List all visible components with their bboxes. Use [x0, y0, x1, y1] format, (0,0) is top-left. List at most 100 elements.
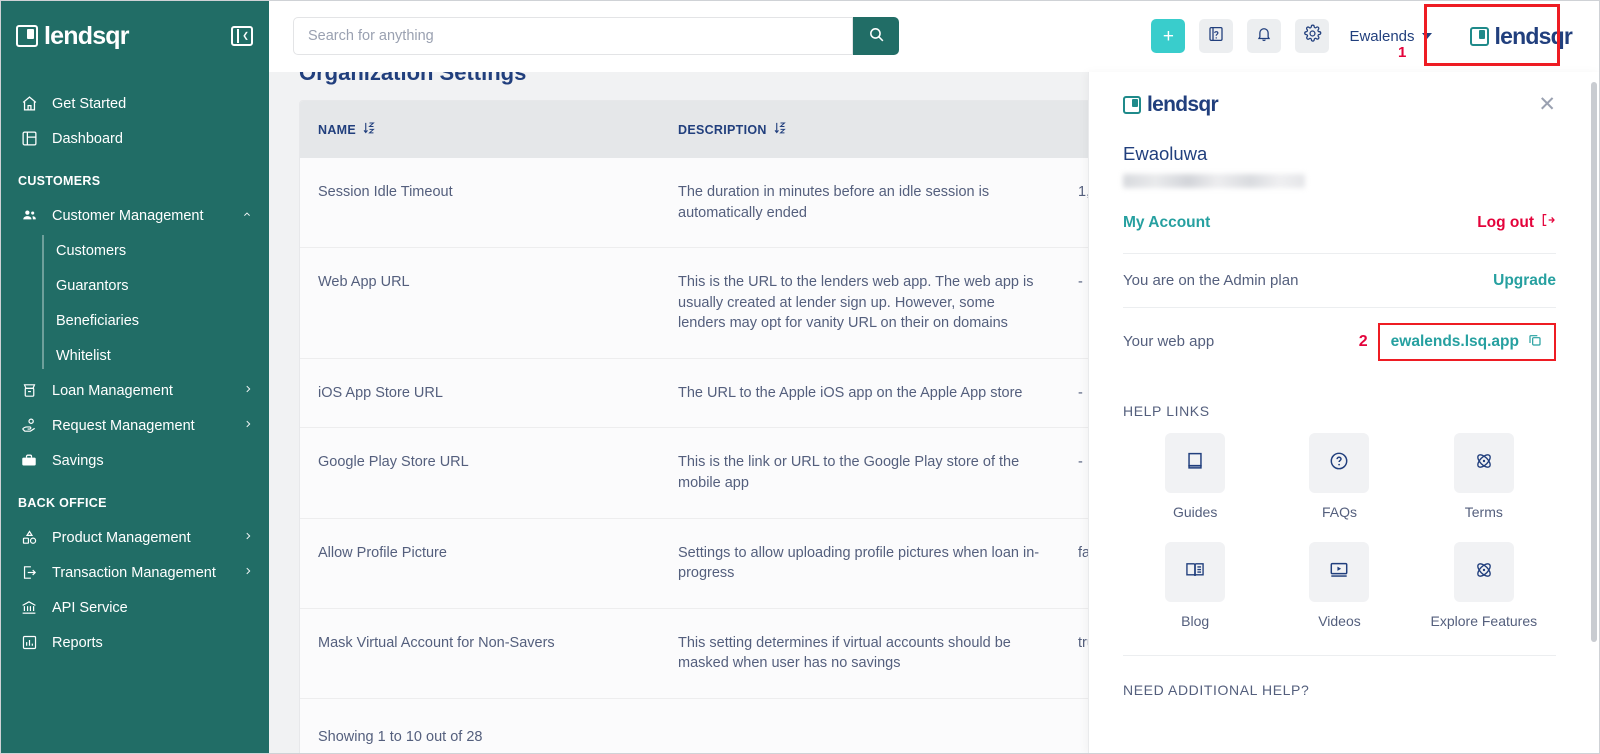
chevron-down-icon — [1421, 33, 1432, 39]
help-link-label: Terms — [1464, 504, 1503, 520]
help-links-grid: Guides FAQs Terms Blog Videos Explore Fe… — [1123, 433, 1556, 655]
panel-scrollbar[interactable] — [1591, 82, 1597, 642]
account-panel-header: lendsqr ✕ — [1123, 72, 1556, 115]
sidebar-item-transaction-management[interactable]: Transaction Management — [0, 555, 269, 590]
sort-descending-icon[interactable] — [363, 121, 375, 138]
help-link-faqs[interactable]: FAQs — [1267, 433, 1411, 520]
question-circle-icon — [1328, 450, 1350, 477]
web-app-url-link[interactable]: ewalends.lsq.app — [1377, 322, 1556, 361]
help-link-explore-features[interactable]: Explore Features — [1412, 542, 1556, 629]
column-header-name[interactable]: NAME — [300, 101, 660, 158]
sidebar-item-savings[interactable]: Savings — [0, 443, 269, 478]
sidebar-item-loan-management[interactable]: Loan Management — [0, 373, 269, 408]
top-bar: + Ewalends — [269, 0, 1600, 72]
account-email-redacted — [1123, 174, 1305, 188]
help-tile — [1165, 542, 1226, 602]
chart-bar-icon — [18, 633, 40, 653]
sidebar-item-label: Dashboard — [52, 130, 123, 147]
sidebar-item-guarantors[interactable]: Guarantors — [42, 268, 269, 303]
logout-icon — [1540, 212, 1556, 233]
column-header-description[interactable]: DESCRIPTION — [660, 101, 1060, 158]
sidebar-logo[interactable]: lendsqr — [16, 21, 130, 50]
add-button[interactable]: + — [1151, 19, 1186, 53]
sidebar-item-request-management[interactable]: Request Management — [0, 408, 269, 443]
chevron-right-icon — [243, 383, 253, 398]
sidebar-item-reports[interactable]: Reports — [0, 625, 269, 660]
help-tile — [1453, 542, 1514, 602]
gear-icon — [1303, 24, 1322, 48]
sidebar-item-product-management[interactable]: Product Management — [0, 520, 269, 555]
video-player-icon — [1328, 559, 1350, 586]
sidebar-item-label: Get Started — [52, 95, 127, 112]
logout-label: Log out — [1477, 213, 1534, 231]
annotation-number-1: 1 — [1398, 44, 1407, 61]
help-button[interactable] — [1199, 19, 1234, 53]
search-bar — [293, 17, 899, 55]
settings-button[interactable] — [1295, 19, 1330, 53]
web-app-row: Your web app 2 ewalends.lsq.app — [1123, 307, 1556, 375]
sidebar-item-customers[interactable]: Customers — [42, 233, 269, 268]
cell-name: Allow Profile Picture — [300, 517, 660, 609]
user-menu-button[interactable]: Ewalends — [1349, 28, 1432, 45]
help-tile — [1309, 433, 1370, 493]
sidebar-item-customer-management[interactable]: Customer Management — [0, 198, 269, 233]
cell-description: This is the link or URL to the Google Pl… — [660, 427, 1060, 519]
close-icon[interactable]: ✕ — [1538, 94, 1556, 115]
help-link-blog[interactable]: Blog — [1123, 542, 1267, 629]
help-link-label: Videos — [1318, 613, 1361, 629]
help-link-label: Explore Features — [1430, 613, 1538, 629]
chevron-up-icon — [241, 210, 253, 222]
help-link-videos[interactable]: Videos — [1267, 542, 1411, 629]
sidebar-item-whitelist[interactable]: Whitelist — [42, 338, 269, 373]
bell-icon — [1255, 25, 1273, 48]
sidebar-item-label: API Service — [52, 599, 128, 616]
logout-button[interactable]: Log out — [1477, 212, 1556, 233]
upgrade-link[interactable]: Upgrade — [1493, 272, 1556, 290]
home-icon — [18, 94, 40, 114]
chevron-right-icon — [243, 418, 253, 433]
brand-logo-button[interactable]: lendsqr — [1464, 21, 1578, 52]
sidebar-item-api-service[interactable]: API Service — [0, 590, 269, 625]
sort-descending-icon[interactable] — [774, 121, 786, 138]
brand-logo-text: lendsqr — [1494, 22, 1573, 49]
search-button[interactable] — [853, 17, 899, 55]
plan-text: You are on the Admin plan — [1123, 272, 1299, 289]
sidebar-item-label: Loan Management — [52, 382, 173, 399]
sidebar-collapse-icon[interactable] — [231, 26, 253, 46]
search-icon — [868, 26, 885, 46]
sidebar-section-customers: CUSTOMERS — [18, 174, 101, 188]
help-book-icon — [1207, 25, 1225, 48]
lendsqr-logo-mark-icon — [1469, 26, 1489, 46]
sidebar-item-dashboard[interactable]: Dashboard — [0, 121, 269, 156]
sidebar-submenu-customer-management: Customers Guarantors Beneficiaries White… — [0, 233, 269, 373]
cell-description: Settings to allow uploading profile pict… — [660, 517, 1060, 609]
my-account-link[interactable]: My Account — [1123, 214, 1210, 232]
account-actions: My Account Log out — [1123, 212, 1556, 253]
panel-logo: lendsqr — [1123, 94, 1219, 115]
book-closed-icon — [1184, 450, 1206, 477]
copy-icon[interactable] — [1527, 332, 1543, 352]
cell-description: This is the URL to the lenders web app. … — [660, 247, 1060, 359]
dashboard-icon — [18, 129, 40, 149]
lendsqr-logo-mark-icon — [16, 25, 38, 47]
sidebar-item-beneficiaries[interactable]: Beneficiaries — [42, 303, 269, 338]
help-link-guides[interactable]: Guides — [1123, 433, 1267, 520]
account-name: Ewaoluwa — [1123, 143, 1208, 164]
sidebar-item-get-started[interactable]: Get Started — [0, 86, 269, 121]
cell-description: This setting determines if virtual accou… — [660, 607, 1060, 699]
atom-icon — [1473, 559, 1495, 586]
notifications-button[interactable] — [1247, 19, 1282, 53]
transaction-icon — [18, 563, 40, 583]
help-link-terms[interactable]: Terms — [1412, 433, 1556, 520]
atom-icon — [1473, 450, 1495, 477]
search-input[interactable] — [293, 17, 853, 55]
cell-name: Mask Virtual Account for Non-Savers — [300, 607, 660, 699]
bank-icon — [18, 598, 40, 618]
cell-name: iOS App Store URL — [300, 357, 660, 428]
book-open-icon — [1184, 559, 1206, 586]
help-tile — [1453, 433, 1514, 493]
cell-name: Web App URL — [300, 247, 660, 359]
chevron-right-icon — [243, 530, 253, 545]
sidebar-logo-text: lendsqr — [44, 21, 130, 50]
main-area: + Ewalends — [269, 0, 1600, 754]
